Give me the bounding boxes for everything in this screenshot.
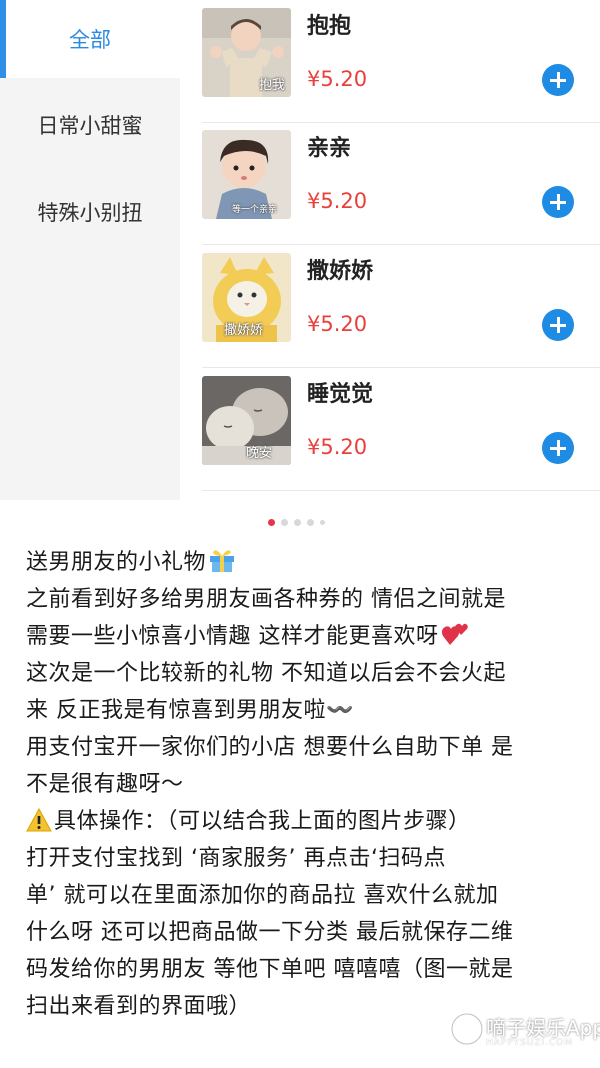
- carousel-indicator: [268, 516, 325, 528]
- product-item[interactable]: 撒娇娇 撒娇娇 ¥5.20: [202, 245, 600, 368]
- add-to-cart-button[interactable]: [542, 432, 574, 464]
- product-name: 睡觉觉: [307, 382, 374, 407]
- post-body: 送男朋友的小礼物 之前看到好多给男朋友画各种券的 情侣之间就是 需要一些小惊喜小…: [26, 544, 586, 1025]
- carousel-dot[interactable]: [320, 519, 325, 525]
- product-item[interactable]: 晚安 睡觉觉 ¥5.20: [202, 368, 600, 491]
- toddler-hug-photo: 抱我: [202, 8, 291, 97]
- post-line: 打开支付宝找到 ‘商家服务’ 再点击‘扫码点: [26, 846, 446, 871]
- post-line: 用支付宝开一家你们的小店 想要什么自助下单 是: [26, 735, 514, 760]
- category-special-sulk[interactable]: 特殊小别扭: [0, 173, 180, 251]
- product-price: ¥5.20: [307, 312, 368, 336]
- post-line: 什么呀 还可以把商品做一下分类 最后就保存二维: [26, 920, 514, 945]
- product-price: ¥5.20: [307, 67, 368, 91]
- thumb-caption: 抱我: [258, 78, 285, 93]
- product-price: ¥5.20: [307, 189, 368, 213]
- carousel-dot[interactable]: [268, 518, 275, 526]
- post-line: 单’ 就可以在里面添加你的商品拉 喜欢什么就加: [26, 883, 499, 908]
- category-sidebar: 全部 日常小甜蜜 特殊小别扭: [0, 0, 180, 500]
- post-line: 之前看到好多给男朋友画各种券的 情侣之间就是: [26, 587, 506, 612]
- product-price: ¥5.20: [307, 435, 368, 459]
- add-to-cart-button[interactable]: [542, 186, 574, 218]
- post-text: 需要一些小惊喜小情趣 这样才能更喜欢呀: [26, 624, 439, 649]
- category-all[interactable]: 全部: [0, 0, 180, 78]
- product-name: 撒娇娇: [307, 259, 374, 284]
- category-daily-sweet[interactable]: 日常小甜蜜: [0, 86, 180, 164]
- gift-icon: [208, 547, 236, 585]
- two-hearts-icon: [441, 621, 469, 659]
- watermark-url: HAPPYSUZI.COM: [486, 1038, 574, 1048]
- product-item[interactable]: 等一个亲亲 亲亲 ¥5.20: [202, 122, 600, 245]
- category-label: 特殊小别扭: [37, 201, 143, 225]
- toddler-kiss-photo: 等一个亲亲: [202, 130, 291, 219]
- post-line: 具体操作：（可以结合我上面的图片步骤）: [26, 803, 586, 840]
- thumb-caption: 撒娇娇: [224, 323, 264, 338]
- warning-icon: [26, 807, 52, 844]
- carousel-dot[interactable]: [281, 518, 288, 526]
- watermark: 嘀子娱乐App HAPPYSUZI.COM: [450, 1012, 600, 1060]
- post-line: 需要一些小惊喜小情趣 这样才能更喜欢呀: [26, 618, 586, 655]
- product-name: 亲亲: [307, 136, 352, 161]
- carousel-dot[interactable]: [307, 518, 314, 526]
- post-text: 送男朋友的小礼物: [26, 550, 207, 575]
- post-line: 送男朋友的小礼物: [26, 544, 586, 581]
- post-line: 这次是一个比较新的礼物 不知道以后会不会火起: [26, 661, 506, 686]
- category-label: 日常小甜蜜: [37, 114, 143, 138]
- sleeping-cats-photo: 晚安: [202, 376, 291, 465]
- product-name: 抱抱: [307, 14, 352, 39]
- thumb-caption: 晚安: [246, 446, 273, 461]
- shop-screenshot: 全部 日常小甜蜜 特殊小别扭 抱我 抱抱 ¥5.20 等一个亲亲 亲亲 ¥5.2…: [0, 0, 600, 500]
- category-label: 全部: [69, 28, 111, 52]
- product-item[interactable]: 抱我 抱抱 ¥5.20: [202, 0, 600, 123]
- post-line: 码发给你的男朋友 等他下单吧 嘻嘻嘻（图一就是: [26, 957, 514, 982]
- add-to-cart-button[interactable]: [542, 64, 574, 96]
- cat-costume-photo: 撒娇娇: [202, 253, 291, 342]
- thumb-caption: 等一个亲亲: [231, 205, 277, 215]
- watermark-text: 嘀子娱乐App: [486, 1016, 600, 1040]
- watermark-logo-icon: [450, 1012, 484, 1046]
- post-line: 不是很有趣呀～: [26, 772, 184, 797]
- carousel-dot[interactable]: [294, 518, 301, 526]
- post-line: 来 反正我是有惊喜到男朋友啦〰️: [26, 698, 354, 723]
- post-text: 具体操作：（可以结合我上面的图片步骤）: [54, 809, 471, 834]
- add-to-cart-button[interactable]: [542, 309, 574, 341]
